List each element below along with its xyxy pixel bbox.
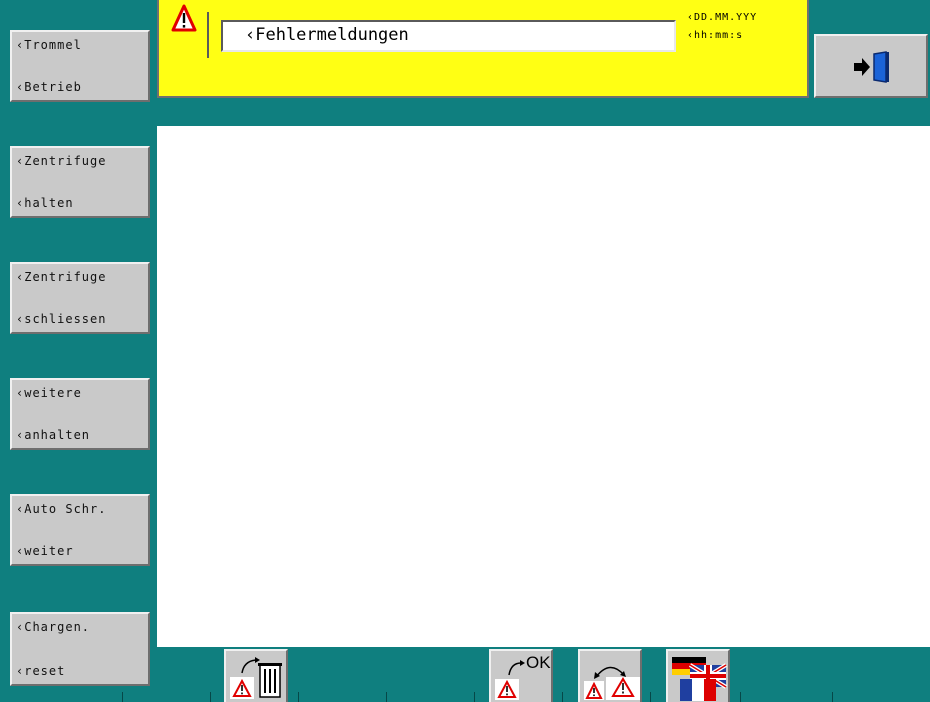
time-display: ‹hh:mm:s [687, 30, 744, 41]
toolbar-divider [740, 692, 741, 702]
ok-label: OK [526, 653, 551, 672]
warning-triangle-icon [159, 0, 209, 44]
switch-alarms-button[interactable] [578, 649, 642, 702]
page-title: ‹Fehlermeldungen [221, 20, 676, 52]
zentrifuge-schliessen-button[interactable]: ‹Zentrifuge ‹schliessen [10, 262, 150, 334]
toolbar-divider [832, 692, 833, 702]
button-label-line2: ‹reset [16, 664, 66, 678]
chargen-reset-button[interactable]: ‹Chargen. ‹reset [10, 612, 150, 686]
toolbar-divider [386, 692, 387, 702]
language-flags-icon [672, 657, 728, 701]
toolbar-divider [562, 692, 563, 702]
date-display: ‹DD.MM.YYY [687, 12, 758, 23]
toolbar-divider [210, 692, 211, 702]
button-label-line1: ‹weitere [16, 386, 82, 400]
delete-alarms-icon [230, 657, 282, 699]
toolbar-divider [298, 692, 299, 702]
toolbar-divider [474, 692, 475, 702]
exit-button[interactable] [814, 34, 928, 98]
acknowledge-button[interactable]: OK [489, 649, 553, 702]
header-bar: ‹Fehlermeldungen ‹DD.MM.YYY ‹hh:mm:s [157, 0, 809, 98]
button-label-line1: ‹Trommel [16, 38, 82, 52]
exit-door-icon [854, 51, 889, 83]
delete-alarms-button[interactable] [224, 649, 288, 702]
auto-schr-weiter-button[interactable]: ‹Auto Schr. ‹weiter [10, 494, 150, 566]
zentrifuge-halten-button[interactable]: ‹Zentrifuge ‹halten [10, 146, 150, 218]
button-label-line2: ‹schliessen [16, 312, 107, 326]
button-label-line2: ‹halten [16, 196, 74, 210]
trommel-betrieb-button[interactable]: ‹Trommel ‹Betrieb [10, 30, 150, 102]
button-label-line2: ‹Betrieb [16, 80, 82, 94]
button-label-line2: ‹weiter [16, 544, 74, 558]
header-divider [207, 12, 209, 58]
error-message-list[interactable] [157, 126, 930, 647]
weitere-anhalten-button[interactable]: ‹weitere ‹anhalten [10, 378, 150, 450]
toolbar-divider [122, 692, 123, 702]
button-label-line2: ‹anhalten [16, 428, 91, 442]
toolbar-divider [650, 692, 651, 702]
button-label-line1: ‹Zentrifuge [16, 154, 107, 168]
button-label-line1: ‹Zentrifuge [16, 270, 107, 284]
switch-alarms-icon [584, 666, 640, 700]
button-label-line1: ‹Chargen. [16, 620, 91, 634]
button-label-line1: ‹Auto Schr. [16, 502, 107, 516]
language-button[interactable] [666, 649, 730, 702]
